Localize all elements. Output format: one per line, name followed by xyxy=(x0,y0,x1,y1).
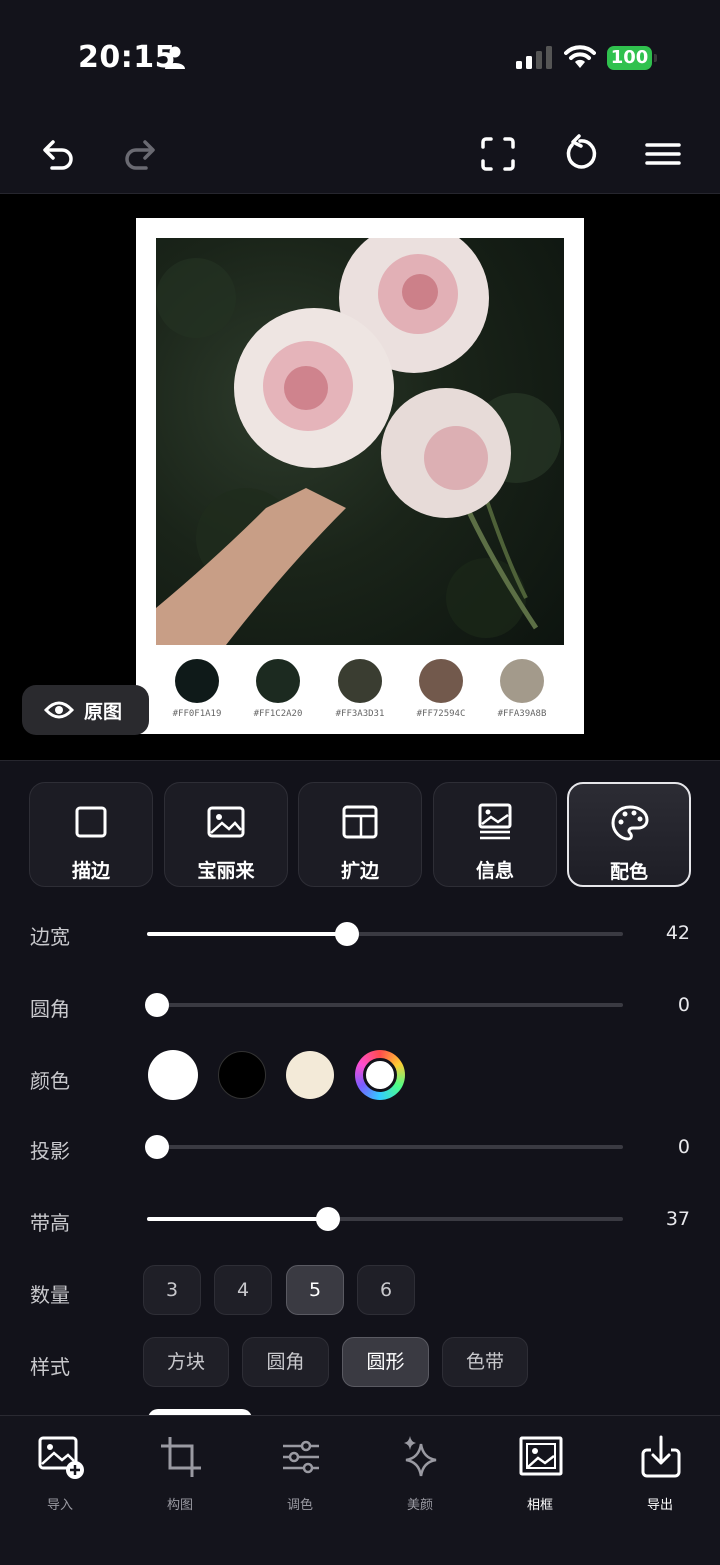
palette-swatch xyxy=(256,659,300,703)
custom-color-picker[interactable] xyxy=(355,1050,405,1100)
count-option-3[interactable]: 3 xyxy=(143,1265,201,1315)
status-bar: 20:15 100 xyxy=(0,0,720,110)
count-option-6[interactable]: 6 xyxy=(357,1265,415,1315)
palette-swatch xyxy=(338,659,382,703)
info-card-icon xyxy=(478,803,512,840)
palette-swatch xyxy=(500,659,544,703)
slider-thumb[interactable] xyxy=(145,1135,169,1159)
swatch-label: #FF1C2A20 xyxy=(253,709,303,719)
nav-beauty[interactable]: 美颜 xyxy=(360,1430,480,1520)
wifi-icon xyxy=(564,45,596,68)
export-icon xyxy=(641,1435,681,1478)
slider-fill xyxy=(147,932,347,936)
style-label: 样式 xyxy=(30,1355,70,1379)
shadow-value: 0 xyxy=(677,1136,690,1158)
photo-frame: #FF0F1A19 #FF1C2A20 #FF3A3D31 #FF72594C … xyxy=(136,218,584,734)
corner-label: 圆角 xyxy=(30,997,70,1021)
tab-palette[interactable]: 配色 xyxy=(567,782,691,887)
nav-label: 美颜 xyxy=(406,1498,433,1513)
style-option-rounded[interactable]: 圆角 xyxy=(242,1337,329,1387)
battery-level: 100 xyxy=(607,46,652,70)
count-option-5[interactable]: 5 xyxy=(286,1265,344,1315)
menu-icon[interactable] xyxy=(643,134,683,174)
redo-icon[interactable] xyxy=(120,134,160,174)
tab-expand[interactable]: 扩边 xyxy=(298,782,422,887)
style-option-square[interactable]: 方块 xyxy=(143,1337,229,1387)
person-icon xyxy=(165,46,185,69)
color-label: 颜色 xyxy=(30,1069,70,1093)
border-width-value: 42 xyxy=(665,922,690,944)
bottom-nav: 导入 构图 调色 美颜 相框 导出 xyxy=(0,1415,720,1565)
show-original-button[interactable]: 原图 xyxy=(22,685,149,735)
style-option-band[interactable]: 色带 xyxy=(442,1337,528,1387)
tab-label: 配色 xyxy=(609,861,648,883)
top-toolbar xyxy=(0,110,720,194)
nav-label: 构图 xyxy=(166,1498,193,1513)
color-option-cream[interactable] xyxy=(286,1051,334,1099)
corner-value: 0 xyxy=(677,994,690,1016)
frame-icon xyxy=(519,1436,563,1476)
shadow-label: 投影 xyxy=(30,1139,70,1163)
color-option-white[interactable] xyxy=(148,1050,198,1100)
expand-frame-icon xyxy=(342,805,378,839)
shadow-slider[interactable] xyxy=(145,1135,623,1159)
tab-stroke[interactable]: 描边 xyxy=(29,782,153,887)
nav-label: 导入 xyxy=(46,1498,73,1513)
fullscreen-icon[interactable] xyxy=(478,134,518,174)
reset-icon[interactable] xyxy=(560,134,600,174)
nav-frame[interactable]: 相框 xyxy=(480,1430,600,1520)
nav-compose[interactable]: 构图 xyxy=(120,1430,240,1520)
eye-icon xyxy=(44,701,74,719)
border-width-label: 边宽 xyxy=(30,925,70,949)
swatch-label: #FF0F1A19 xyxy=(172,709,222,719)
tab-label: 描边 xyxy=(71,860,110,882)
sparkle-icon xyxy=(404,1436,437,1477)
nav-label: 调色 xyxy=(286,1498,313,1513)
cellular-signal-icon xyxy=(516,46,552,69)
tab-label: 宝丽来 xyxy=(197,860,255,882)
palette-swatch xyxy=(175,659,219,703)
tab-label: 扩边 xyxy=(340,860,379,882)
import-image-icon xyxy=(38,1436,84,1479)
swatch-label: #FF72594C xyxy=(416,709,466,719)
rose-photo-illustration xyxy=(156,238,561,645)
undo-icon[interactable] xyxy=(38,134,78,174)
band-height-value: 37 xyxy=(665,1208,690,1230)
nav-label: 相框 xyxy=(526,1498,553,1513)
swatch-label: #FF3A3D31 xyxy=(335,709,385,719)
band-height-slider[interactable] xyxy=(147,1207,623,1231)
photo-preview xyxy=(156,238,564,645)
swatch-label: #FFA39A8B xyxy=(497,709,547,719)
slider-fill xyxy=(147,1217,328,1221)
tab-label: 信息 xyxy=(475,860,514,882)
tab-info[interactable]: 信息 xyxy=(433,782,557,887)
sliders-icon xyxy=(283,1440,319,1474)
nav-color-adjust[interactable]: 调色 xyxy=(240,1430,360,1520)
image-icon xyxy=(207,806,245,838)
color-option-black[interactable] xyxy=(218,1051,266,1099)
corner-slider[interactable] xyxy=(145,993,623,1017)
style-option-circle[interactable]: 圆形 xyxy=(342,1337,429,1387)
photo-canvas: #FF0F1A19 #FF1C2A20 #FF3A3D31 #FF72594C … xyxy=(0,194,720,760)
nav-label: 导出 xyxy=(646,1498,673,1513)
show-original-label: 原图 xyxy=(84,700,123,723)
slider-thumb[interactable] xyxy=(334,922,359,946)
palette-icon xyxy=(611,805,649,841)
slider-thumb[interactable] xyxy=(315,1207,340,1231)
palette-swatch xyxy=(419,659,463,703)
status-time: 20:15 xyxy=(78,40,176,75)
slider-thumb[interactable] xyxy=(145,993,169,1017)
nav-export[interactable]: 导出 xyxy=(600,1430,720,1520)
border-width-slider[interactable] xyxy=(147,922,623,946)
band-height-label: 带高 xyxy=(30,1211,70,1235)
battery-indicator: 100 xyxy=(607,46,657,70)
tab-polaroid[interactable]: 宝丽来 xyxy=(164,782,288,887)
nav-import[interactable]: 导入 xyxy=(0,1430,120,1520)
count-label: 数量 xyxy=(30,1283,70,1307)
crop-icon xyxy=(161,1437,201,1477)
square-icon xyxy=(75,806,107,838)
count-option-4[interactable]: 4 xyxy=(214,1265,272,1315)
